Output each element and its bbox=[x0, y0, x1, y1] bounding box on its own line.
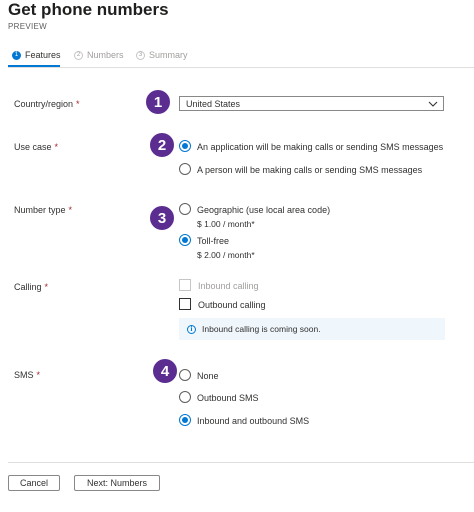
sms-inbound-outbound-label: Inbound and outbound SMS bbox=[197, 416, 310, 426]
sms-label: SMS * bbox=[14, 370, 40, 380]
sms-outbound-radio[interactable] bbox=[179, 391, 191, 403]
sms-none-radio[interactable] bbox=[179, 369, 191, 381]
required-marker: * bbox=[68, 205, 73, 215]
sms-inbound-outbound-radio[interactable] bbox=[179, 414, 191, 426]
tab-features[interactable]: 1 Features bbox=[12, 44, 61, 66]
number-type-label: Number type * bbox=[14, 205, 72, 215]
step-number-icon: 3 bbox=[136, 50, 145, 60]
callout-badge-2: 2 bbox=[148, 131, 176, 159]
tab-label: Features bbox=[25, 50, 61, 60]
required-marker: * bbox=[36, 370, 41, 380]
label-text: Use case bbox=[14, 142, 52, 152]
outbound-calling-label: Outbound calling bbox=[198, 300, 266, 310]
use-case-label: Use case * bbox=[14, 142, 58, 152]
toll-free-label: Toll-free bbox=[197, 236, 230, 246]
geographic-label: Geographic (use local area code) bbox=[197, 205, 331, 215]
inbound-calling-label: Inbound calling bbox=[198, 281, 259, 291]
tab-numbers[interactable]: 2 Numbers bbox=[74, 44, 124, 66]
info-banner: i Inbound calling is coming soon. bbox=[179, 318, 445, 340]
step-number-icon: 1 bbox=[12, 50, 21, 60]
geographic-price: $ 1.00 / month* bbox=[197, 219, 255, 229]
tabs-divider bbox=[8, 67, 474, 68]
outbound-calling-checkbox[interactable] bbox=[179, 298, 191, 310]
info-text: Inbound calling is coming soon. bbox=[202, 324, 321, 334]
callout-badge-1: 1 bbox=[144, 88, 172, 116]
callout-badge-3: 3 bbox=[148, 204, 176, 232]
toll-free-price: $ 2.00 / month* bbox=[197, 250, 255, 260]
country-select[interactable]: United States bbox=[179, 96, 444, 111]
use-case-app-radio[interactable] bbox=[179, 140, 191, 152]
info-icon: i bbox=[187, 324, 196, 334]
cancel-button[interactable]: Cancel bbox=[8, 475, 60, 491]
tab-summary[interactable]: 3 Summary bbox=[136, 44, 188, 66]
sms-outbound-label: Outbound SMS bbox=[197, 393, 259, 403]
required-marker: * bbox=[76, 99, 80, 109]
page-subtitle: PREVIEW bbox=[8, 22, 47, 31]
inbound-calling-checkbox[interactable] bbox=[179, 279, 191, 291]
required-marker: * bbox=[44, 282, 49, 292]
geographic-radio[interactable] bbox=[179, 203, 191, 215]
required-marker: * bbox=[54, 142, 59, 152]
country-label: Country/region * bbox=[14, 99, 80, 109]
next-numbers-button[interactable]: Next: Numbers bbox=[74, 475, 160, 491]
label-text: SMS bbox=[14, 370, 34, 380]
tab-label: Summary bbox=[149, 50, 188, 60]
chevron-down-icon bbox=[428, 101, 438, 107]
select-value: United States bbox=[186, 98, 241, 109]
label-text: Calling bbox=[14, 282, 42, 292]
use-case-person-label: A person will be making calls or sending… bbox=[197, 165, 423, 175]
label-text: Country/region bbox=[14, 99, 74, 109]
calling-label: Calling * bbox=[14, 282, 48, 292]
step-number-icon: 2 bbox=[74, 50, 83, 60]
tab-label: Numbers bbox=[87, 50, 124, 60]
callout-badge-4: 4 bbox=[151, 357, 179, 385]
page-title: Get phone numbers bbox=[8, 0, 169, 19]
toll-free-radio[interactable] bbox=[179, 234, 191, 246]
use-case-person-radio[interactable] bbox=[179, 163, 191, 175]
use-case-app-label: An application will be making calls or s… bbox=[197, 142, 444, 152]
sms-none-label: None bbox=[197, 371, 219, 381]
label-text: Number type bbox=[14, 205, 66, 215]
footer-divider bbox=[8, 462, 474, 463]
